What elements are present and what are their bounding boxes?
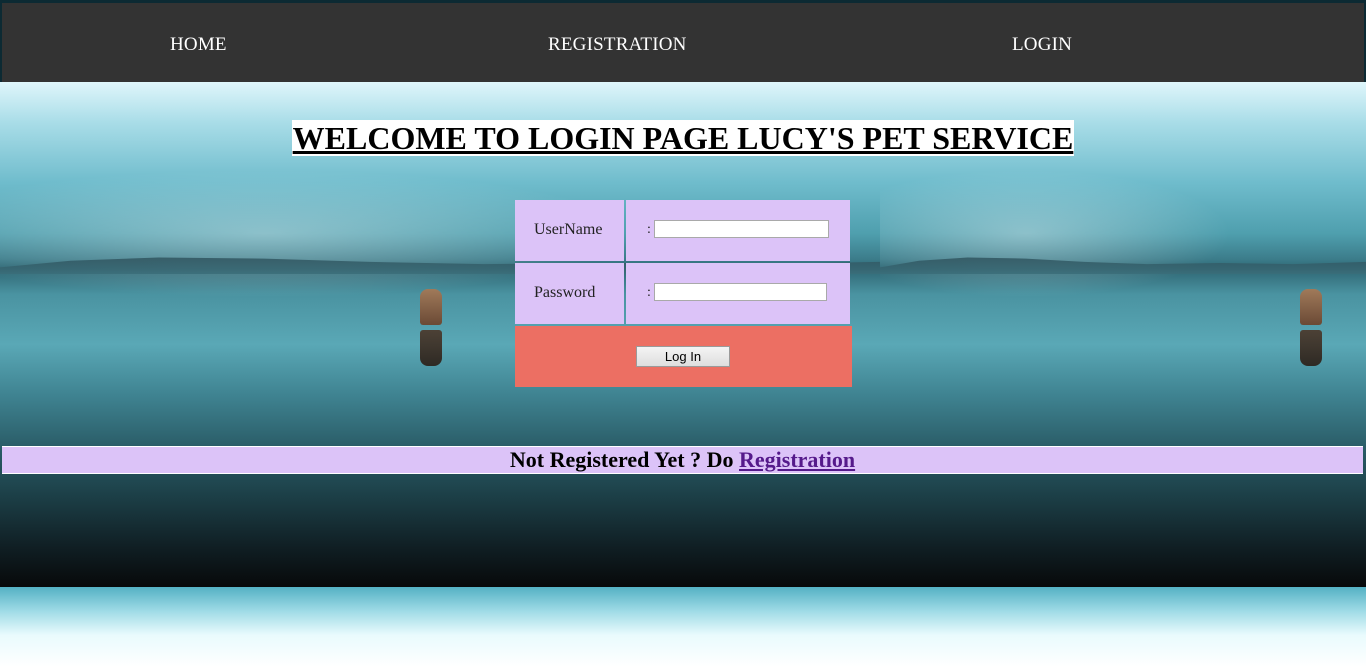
password-colon: : [647, 285, 651, 300]
background-strip-right [880, 587, 1366, 667]
page-title: WELCOME TO LOGIN PAGE LUCY'S PET SERVICE [292, 120, 1074, 156]
login-button[interactable]: Log In [636, 346, 730, 367]
username-input[interactable] [654, 220, 829, 238]
password-input[interactable] [654, 283, 827, 301]
nav-registration-link[interactable]: REGISTRATION [548, 34, 687, 56]
nav-login-link[interactable]: LOGIN [1012, 34, 1072, 56]
register-prompt-bar: Not Registered Yet ? Do Registration [2, 446, 1363, 474]
register-prompt-text: Not Registered Yet ? Do [509, 447, 739, 472]
password-label-cell: Password [515, 263, 624, 324]
registration-link[interactable]: Registration [739, 447, 855, 472]
top-navigation-bar: HOME REGISTRATION LOGIN [2, 3, 1364, 82]
password-label: Password [534, 284, 596, 301]
username-input-cell: : [626, 200, 850, 261]
dog-figure [420, 289, 442, 325]
submit-row: Log In [515, 326, 852, 387]
nav-home-link[interactable]: HOME [170, 34, 227, 56]
dog-figure [1300, 289, 1322, 325]
username-label-cell: UserName [515, 200, 624, 261]
username-label: UserName [534, 221, 603, 238]
background-image-right [880, 82, 1366, 587]
username-colon: : [647, 222, 651, 237]
background-strip-left [0, 587, 880, 667]
password-input-cell: : [626, 263, 850, 324]
login-form: UserName : Password : Log In [515, 200, 852, 387]
